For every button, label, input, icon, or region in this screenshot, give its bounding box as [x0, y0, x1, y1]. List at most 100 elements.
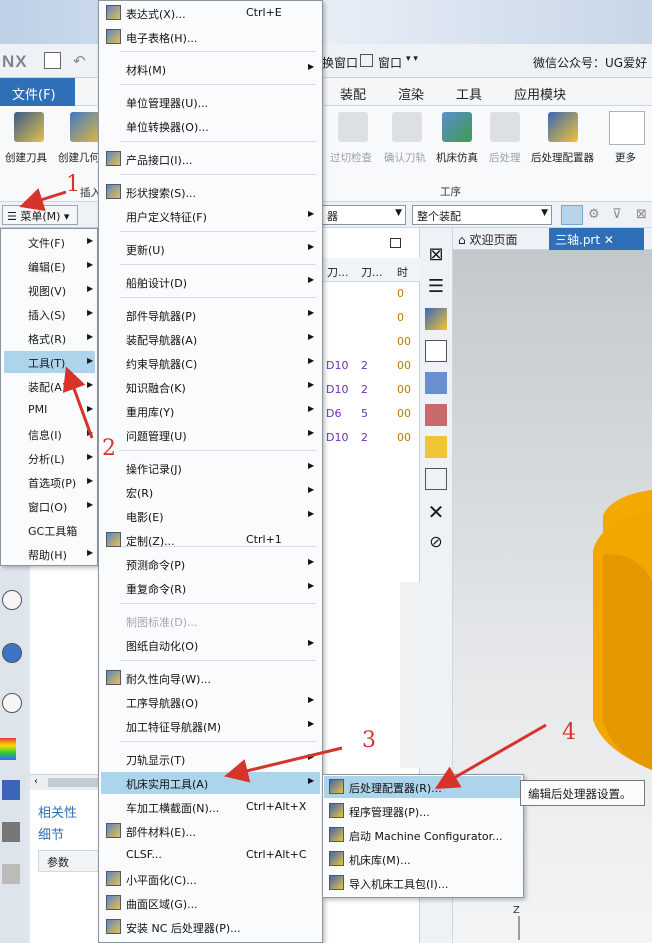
menu-item[interactable]: 问题管理(U) ▶	[101, 424, 320, 446]
menu-item[interactable]: 电子表格(H)...	[101, 26, 320, 48]
post-config-strip-icon[interactable]	[425, 308, 447, 330]
scroll-left-icon[interactable]: ‹	[34, 776, 38, 787]
menu-button[interactable]: ☰ 菜单(M) ▾	[2, 205, 78, 225]
more-icon[interactable]	[609, 111, 645, 145]
menu-item[interactable]: 部件导航器(P) ▶	[101, 304, 320, 326]
menu-item[interactable]: 表达式(X)... Ctrl+E	[101, 2, 320, 24]
create-geometry-icon[interactable]	[70, 112, 100, 142]
type-filter-combo[interactable]: 器 ▼	[322, 205, 406, 225]
tab-welcome[interactable]: ⌂ 欢迎页面	[458, 231, 517, 248]
side-menu-item[interactable]: 信息(I) ▶	[4, 423, 95, 445]
side-menu-item[interactable]: 插入(S) ▶	[4, 303, 95, 325]
side-menu-item[interactable]: 工具(T) ▶	[4, 351, 95, 373]
side-menu-item[interactable]: 分析(L) ▶	[4, 447, 95, 469]
switch-window-label[interactable]: 换窗口	[322, 54, 358, 71]
vertical-scrollbar[interactable]	[400, 582, 420, 768]
roles-icon[interactable]	[2, 864, 20, 884]
menu-item[interactable]: 形状搜索(S)...	[101, 181, 320, 203]
menu-item[interactable]: 图纸自动化(O) ▶	[101, 634, 320, 656]
filter-icon[interactable]: ⊽	[612, 207, 622, 222]
create-tool-label[interactable]: 创建刀具	[5, 150, 47, 165]
machine-tool-icon[interactable]	[2, 780, 20, 800]
menu-item[interactable]: 单位管理器(U)...	[101, 91, 320, 113]
create-tool-icon[interactable]	[14, 112, 44, 142]
save-icon[interactable]	[44, 52, 61, 69]
side-menu-item[interactable]: 文件(F) ▶	[4, 231, 95, 253]
machine-simulation-icon[interactable]	[442, 112, 472, 142]
side-menu-item[interactable]: 格式(R) ▶	[4, 327, 95, 349]
menu-item[interactable]: 小平面化(C)...	[101, 868, 320, 890]
menu-item[interactable]: 安装 NC 后处理器(P)...	[101, 916, 320, 938]
selection-filter-icon[interactable]	[561, 205, 583, 225]
tree-color-icon[interactable]	[425, 404, 447, 426]
save-strip-icon[interactable]	[425, 340, 447, 362]
undo-icon[interactable]: ↶	[73, 52, 86, 70]
menu-item[interactable]: 更新(U) ▶	[101, 238, 320, 260]
machine-simulation-label[interactable]: 机床仿真	[436, 150, 478, 165]
menu-item[interactable]: 单位转换器(O)...	[101, 115, 320, 137]
menu-item[interactable]: 刀轨显示(T) ▶	[101, 748, 320, 770]
palette-icon[interactable]	[0, 738, 16, 760]
submenu-item[interactable]: 启动 Machine Configurator...	[324, 824, 521, 846]
tab-active-part[interactable]: 三轴.prt ✕	[549, 228, 644, 250]
tab-applications[interactable]: 应用模块	[514, 84, 566, 103]
menu-item[interactable]: 船舶设计(D) ▶	[101, 271, 320, 293]
create-geometry-label[interactable]: 创建几何	[58, 150, 100, 165]
side-menu-item[interactable]: 视图(V) ▶	[4, 279, 95, 301]
clock-icon[interactable]	[2, 693, 22, 713]
close-tab-icon[interactable]: ✕	[604, 233, 614, 247]
menu-item[interactable]: 材料(M) ▶	[101, 58, 320, 80]
side-menu-item[interactable]: PMI ▶	[4, 399, 95, 421]
submenu-item[interactable]: 导入机床工具包(I)...	[324, 872, 521, 894]
submenu-item[interactable]: 程序管理器(P)...	[324, 800, 521, 822]
cross-icon[interactable]: ✕	[425, 500, 447, 524]
side-menu-item[interactable]: 帮助(H) ▶	[4, 543, 95, 565]
menu-item[interactable]: 宏(R) ▶	[101, 481, 320, 503]
tab-assembly[interactable]: 装配	[340, 84, 366, 103]
side-menu-item[interactable]: 装配(A) ▶	[4, 375, 95, 397]
light-icon[interactable]	[425, 436, 447, 458]
menu-item[interactable]: 装配导航器(A) ▶	[101, 328, 320, 350]
menu-item[interactable]: 电影(E) ▶	[101, 505, 320, 527]
tab-render[interactable]: 渲染	[398, 84, 424, 103]
tools-icon[interactable]	[2, 822, 20, 842]
clear-icon[interactable]: ⊠	[636, 207, 647, 222]
export-icon[interactable]	[425, 468, 447, 490]
side-menu-item[interactable]: 窗口(O) ▶	[4, 495, 95, 517]
post-configurator-label[interactable]: 后处理配置器	[531, 150, 594, 165]
col-time[interactable]: 时	[397, 264, 408, 280]
post-configurator-icon[interactable]	[548, 112, 578, 142]
menu-item[interactable]: 操作记录(J) ▶	[101, 457, 320, 479]
menu-item[interactable]: 知识融合(K) ▶	[101, 376, 320, 398]
col-tool[interactable]: 刀...	[327, 264, 349, 280]
chevron-down-icon[interactable]: ▾ ▾	[406, 54, 418, 64]
more-label[interactable]: 更多	[615, 150, 636, 165]
info-icon[interactable]	[2, 590, 22, 610]
close-view-icon[interactable]: ⊠	[425, 244, 447, 266]
tree-icon[interactable]	[425, 372, 447, 394]
menu-item[interactable]: 机床实用工具(A) ▶	[101, 772, 320, 794]
globe-icon[interactable]	[2, 643, 22, 663]
side-menu-item[interactable]: 首选项(P) ▶	[4, 471, 95, 493]
menu-item[interactable]: CLSF... Ctrl+Alt+C	[101, 844, 320, 866]
menu-item[interactable]: 产品接口(I)...	[101, 148, 320, 170]
side-menu-item[interactable]: 编辑(E) ▶	[4, 255, 95, 277]
menu-item[interactable]: 加工特征导航器(M) ▶	[101, 715, 320, 737]
tab-tools[interactable]: 工具	[456, 84, 482, 103]
file-tab[interactable]: 文件(F)	[0, 78, 75, 106]
menu-item[interactable]: 曲面区域(G)...	[101, 892, 320, 914]
menu-item[interactable]: 用户定义特征(F) ▶	[101, 205, 320, 227]
menu-item[interactable]: 预测命令(P) ▶	[101, 553, 320, 575]
menu-item[interactable]: 部件材料(E)...	[101, 820, 320, 842]
menu-item[interactable]: 重复命令(R) ▶	[101, 577, 320, 599]
menu-item[interactable]: 重用库(Y) ▶	[101, 400, 320, 422]
hide-icon[interactable]: ⊘	[425, 532, 447, 554]
assembly-scope-combo[interactable]: 整个装配 ▼	[412, 205, 552, 225]
window-menu[interactable]: 窗口	[378, 54, 402, 71]
menu-item[interactable]: 工序导航器(O) ▶	[101, 691, 320, 713]
submenu-item[interactable]: 后处理配置器(R)...	[324, 776, 521, 798]
menu-item[interactable]: 车加工横截面(N)... Ctrl+Alt+X	[101, 796, 320, 818]
submenu-item[interactable]: 机床库(M)...	[324, 848, 521, 870]
side-menu-item[interactable]: GC工具箱	[4, 519, 95, 541]
list-icon[interactable]: ☰	[425, 276, 447, 298]
